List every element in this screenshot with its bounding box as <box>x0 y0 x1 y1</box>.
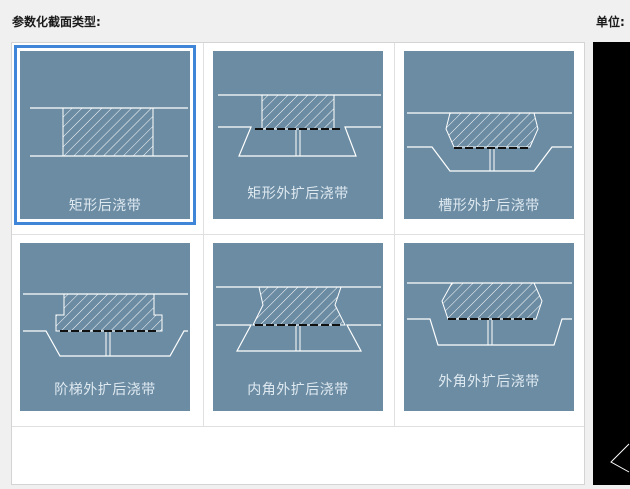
rect-post-pour-icon: 矩形后浇带 <box>20 51 190 219</box>
option-label: 阶梯外扩后浇带 <box>54 382 156 398</box>
option-outer-corner-expanded-post-pour[interactable]: 外角外扩后浇带 <box>398 237 580 417</box>
inner-corner-expanded-post-pour-icon: 内角外扩后浇带 <box>213 243 383 411</box>
unit-label: 单位: <box>596 15 625 29</box>
section-type-gallery: 矩形后浇带 矩形外扩后浇带 槽形外扩后浇带 阶梯外扩后浇带 内角外扩后浇带 外角… <box>11 42 585 485</box>
option-label: 矩形后浇带 <box>68 198 142 214</box>
option-step-expanded-post-pour[interactable]: 阶梯外扩后浇带 <box>14 237 196 417</box>
rect-expanded-post-pour-icon: 矩形外扩后浇带 <box>213 51 383 219</box>
gallery-divider <box>12 234 584 235</box>
groove-expanded-post-pour-icon: 槽形外扩后浇带 <box>404 51 574 219</box>
option-groove-expanded-post-pour[interactable]: 槽形外扩后浇带 <box>398 45 580 225</box>
option-inner-corner-expanded-post-pour[interactable]: 内角外扩后浇带 <box>207 237 389 417</box>
section-type-label: 参数化截面类型: <box>12 15 101 29</box>
option-rect-post-pour[interactable]: 矩形后浇带 <box>14 45 196 225</box>
option-rect-expanded-post-pour[interactable]: 矩形外扩后浇带 <box>207 45 389 225</box>
option-label: 外角外扩后浇带 <box>438 374 540 390</box>
gallery-divider <box>203 43 204 427</box>
option-label: 槽形外扩后浇带 <box>438 198 540 214</box>
option-label: 内角外扩后浇带 <box>247 382 349 398</box>
section-preview-canvas[interactable] <box>593 42 630 485</box>
option-label: 矩形外扩后浇带 <box>247 186 349 202</box>
gallery-divider <box>12 426 584 427</box>
step-expanded-post-pour-icon: 阶梯外扩后浇带 <box>20 243 190 411</box>
outer-corner-expanded-post-pour-icon: 外角外扩后浇带 <box>404 243 574 411</box>
gallery-divider <box>394 43 395 427</box>
